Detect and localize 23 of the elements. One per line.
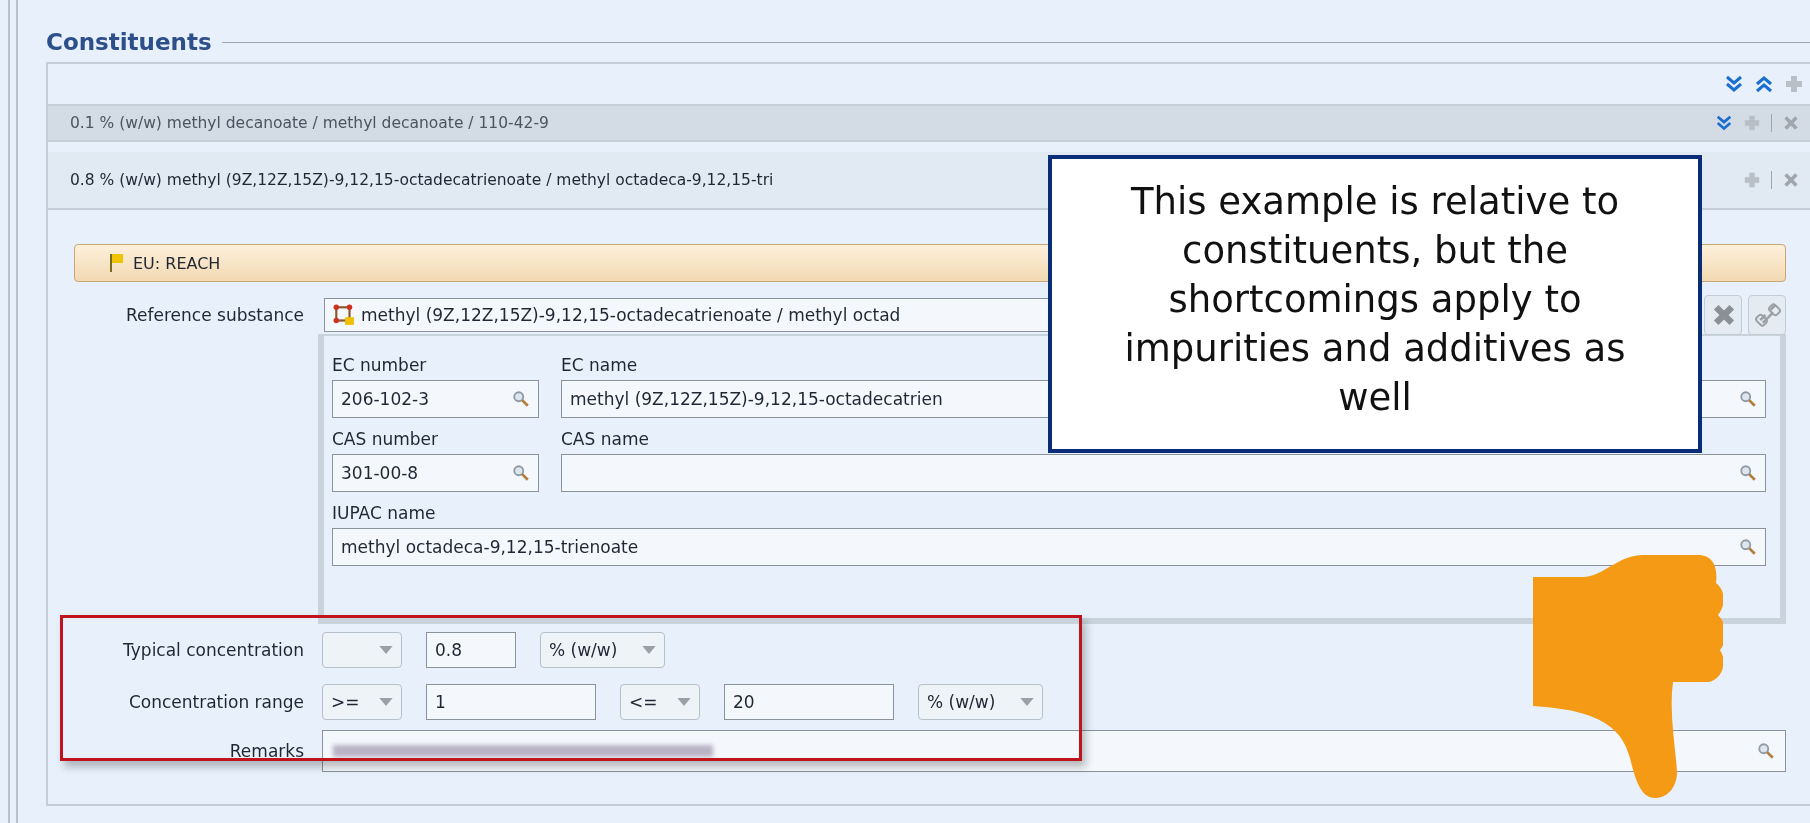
field-label: CAS name [561,429,649,449]
input-field[interactable]: 301-00-8 [332,454,539,492]
field-label: CAS number [332,429,440,449]
input-field[interactable]: 1 [426,684,596,720]
field-label: EC number [332,355,428,375]
unit-dropdown[interactable]: % (w/w) [540,632,665,668]
field-label: Remarks [228,741,305,761]
note-tooltip: This example is relative to constituents, but the shortcomings apply to impurities and additives as well [1048,155,1702,453]
section-title: Constituents [46,29,212,55]
field-label: Reference substance [125,305,305,325]
qualifier-dropdown[interactable]: <= [620,684,700,720]
field-label: IUPAC name [332,503,436,523]
qualifier-dropdown[interactable]: >= [322,684,402,720]
constituent-header[interactable]: 0.1 % (w/w) methyl decanoate / methyl decanoate / 110-42-9 [48,106,1810,142]
field-label: Concentration range [127,692,305,712]
unit-dropdown[interactable]: % (w/w) [918,684,1043,720]
input-field[interactable]: 20 [724,684,894,720]
input-field[interactable]: methyl octadeca-9,12,15-trienoate [332,528,1766,566]
field-label: Typical concentration [122,640,305,660]
field-label: EC name [561,355,638,375]
banner-label: EU: REACH [133,253,221,273]
input-field[interactable]: 206-102-3 [332,380,539,418]
input-field[interactable]: 0.8 [426,632,516,668]
